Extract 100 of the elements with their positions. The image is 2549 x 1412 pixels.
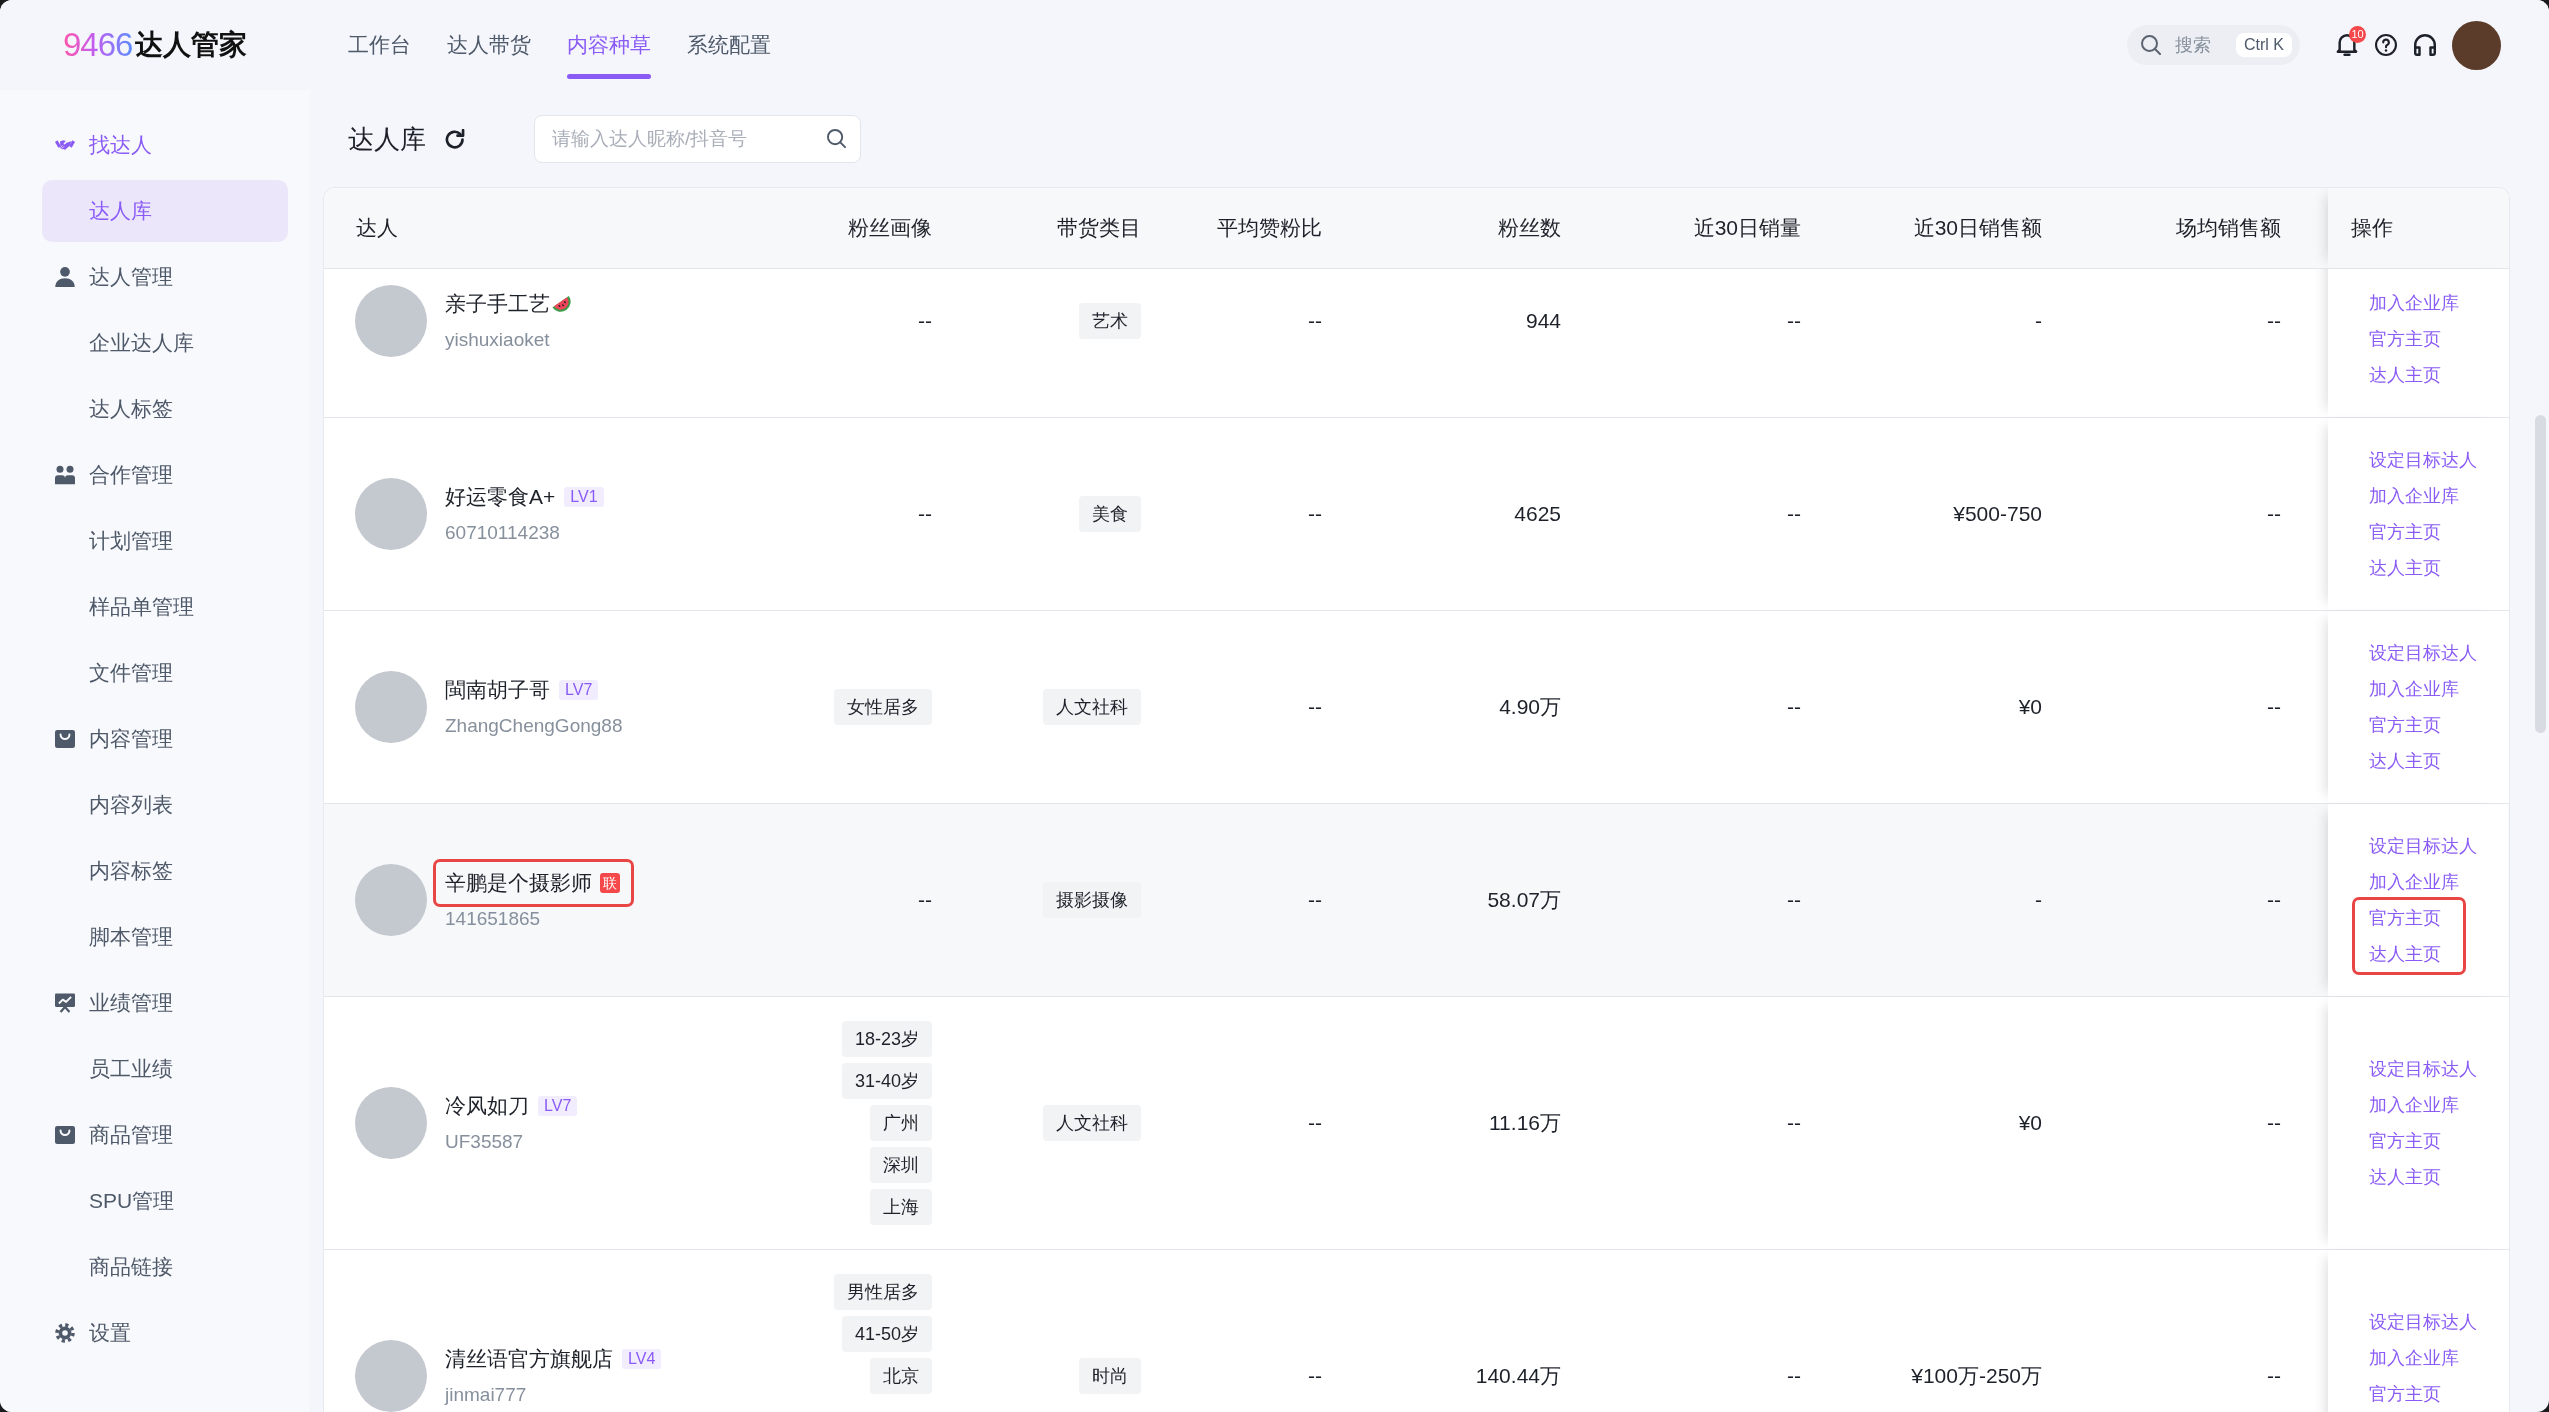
action-link[interactable]: 达人主页 xyxy=(2369,357,2441,393)
table-cell-text: ¥100万-250万 xyxy=(1911,1363,2042,1389)
sidebar-item[interactable]: SPU管理 xyxy=(42,1170,288,1232)
column-header: 近30日销量 xyxy=(1693,215,1801,241)
person-icon xyxy=(55,267,75,287)
sidebar-item[interactable]: 商品链接 xyxy=(42,1236,288,1298)
table-cell-text: 11.16万 xyxy=(1489,1110,1561,1136)
sidebar-item[interactable]: 内容标签 xyxy=(42,840,288,902)
table-cell: -- xyxy=(1308,502,1322,526)
action-link[interactable]: 加入企业库 xyxy=(2369,671,2459,707)
sidebar-item[interactable]: 脚本管理 xyxy=(42,906,288,968)
help-icon[interactable] xyxy=(2375,34,2397,56)
action-link[interactable]: 设定目标达人 xyxy=(2369,442,2477,478)
sidebar-group[interactable]: 业绩管理 xyxy=(42,972,288,1034)
table-cell: -- xyxy=(1308,888,1322,912)
sidebar-item[interactable]: 计划管理 xyxy=(42,510,288,572)
table-cell: ¥0 xyxy=(2018,695,2042,719)
level-badge: LV7 xyxy=(559,680,599,700)
scrollbar-thumb[interactable] xyxy=(2535,415,2546,733)
sidebar-group[interactable]: 设置 xyxy=(42,1302,288,1364)
portrait-tag: 上海 xyxy=(870,1189,932,1225)
action-link[interactable]: 加入企业库 xyxy=(2369,1087,2459,1123)
action-link[interactable]: 达人主页 xyxy=(2369,550,2441,586)
table-cell: -- xyxy=(2267,695,2281,719)
talent-handle: ZhangChengGong88 xyxy=(445,714,623,738)
category-tag: 人文社科 xyxy=(1043,689,1141,725)
action-link[interactable]: 官方主页 xyxy=(2369,900,2441,936)
sidebar-item[interactable]: 企业达人库 xyxy=(42,312,288,374)
table-cell: -- xyxy=(1308,309,1322,333)
talent-name[interactable]: 冷风如刀 xyxy=(445,1089,529,1123)
nav-tab[interactable]: 内容种草 xyxy=(567,0,651,79)
sidebar-group[interactable]: 找达人 xyxy=(42,114,288,176)
action-link[interactable]: 官方主页 xyxy=(2369,707,2441,743)
sidebar-item[interactable]: 达人库 xyxy=(42,180,288,242)
action-link[interactable]: 达人主页 xyxy=(2369,936,2441,972)
talent-handle: jinmai777 xyxy=(445,1383,527,1407)
sidebar-item[interactable]: 文件管理 xyxy=(42,642,288,704)
action-link[interactable]: 设定目标达人 xyxy=(2369,828,2477,864)
action-link[interactable]: 官方主页 xyxy=(2369,321,2441,357)
sidebar-group[interactable]: 合作管理 xyxy=(42,444,288,506)
people-icon xyxy=(55,465,75,485)
action-link[interactable]: 设定目标达人 xyxy=(2369,635,2477,671)
column-header: 粉丝数 xyxy=(1498,215,1561,241)
bag-icon xyxy=(55,1125,75,1145)
table-cell: -- xyxy=(1787,1111,1801,1135)
nav-tab[interactable]: 达人带货 xyxy=(447,0,531,79)
column-header: 场均销售额 xyxy=(2176,215,2281,241)
sidebar-item[interactable]: 样品单管理 xyxy=(42,576,288,638)
table-cell: 4625 xyxy=(1514,502,1561,526)
column-header: 操作 xyxy=(2351,215,2393,241)
table-cell: -- xyxy=(1308,1111,1322,1135)
table-cell: 944 xyxy=(1525,309,1561,333)
search-button[interactable]: 搜索 Ctrl K xyxy=(2127,25,2300,65)
table-cell-text: 140.44万 xyxy=(1475,1363,1561,1389)
sidebar-item[interactable]: 员工业绩 xyxy=(42,1038,288,1100)
action-link[interactable]: 达人主页 xyxy=(2369,1159,2441,1195)
category-tag: 人文社科 xyxy=(1043,1105,1141,1141)
action-link[interactable]: 加入企业库 xyxy=(2369,864,2459,900)
table-cell: -- xyxy=(2267,1111,2281,1135)
page-title: 达人库 xyxy=(348,123,426,156)
action-link[interactable]: 加入企业库 xyxy=(2369,478,2459,514)
search-icon xyxy=(2141,35,2161,55)
table-cell: -- xyxy=(1787,1364,1801,1388)
sidebar-group[interactable]: 内容管理 xyxy=(42,708,288,770)
table-cell: -- xyxy=(1787,888,1801,912)
action-link[interactable]: 官方主页 xyxy=(2369,1123,2441,1159)
sidebar-item[interactable]: 达人标签 xyxy=(42,378,288,440)
action-link[interactable]: 加入企业库 xyxy=(2369,285,2459,321)
table-cell: ¥0 xyxy=(2018,1111,2042,1135)
sidebar-group[interactable]: 达人管理 xyxy=(42,246,288,308)
nav-tab[interactable]: 工作台 xyxy=(348,0,411,79)
sidebar-item[interactable]: 内容列表 xyxy=(42,774,288,836)
nav-tab[interactable]: 系统配置 xyxy=(687,0,771,79)
table-cell: -- xyxy=(2267,888,2281,912)
level-badge: LV1 xyxy=(564,487,604,507)
action-link[interactable]: 官方主页 xyxy=(2369,1376,2441,1412)
action-link[interactable]: 设定目标达人 xyxy=(2369,1304,2477,1340)
talent-name[interactable]: 清丝语官方旗舰店 xyxy=(445,1342,613,1376)
talent-name[interactable]: 閩南胡子哥 xyxy=(445,673,550,707)
refresh-icon[interactable] xyxy=(445,129,465,149)
search-icon[interactable] xyxy=(827,129,846,148)
action-link[interactable]: 官方主页 xyxy=(2369,514,2441,550)
talent-name[interactable]: 辛鹏是个摄影师 xyxy=(445,866,592,900)
action-link[interactable]: 达人主页 xyxy=(2369,743,2441,779)
table-cell: -- xyxy=(918,888,932,912)
table-cell-text: 58.07万 xyxy=(1487,887,1561,913)
column-header: 达人 xyxy=(356,215,398,241)
bag-icon xyxy=(55,729,75,749)
headset-icon[interactable] xyxy=(2414,34,2436,56)
portrait-tag: 41-50岁 xyxy=(841,1316,932,1352)
talent-name[interactable]: 亲子手工艺 xyxy=(445,287,550,321)
column-header: 平均赞粉比 xyxy=(1217,215,1322,241)
table-cell: -- xyxy=(1308,695,1322,719)
table-cell: -- xyxy=(918,309,932,333)
sidebar-group[interactable]: 商品管理 xyxy=(42,1104,288,1166)
avatar-placeholder[interactable] xyxy=(2452,20,2501,70)
action-link[interactable]: 设定目标达人 xyxy=(2369,1051,2477,1087)
action-link[interactable]: 加入企业库 xyxy=(2369,1340,2459,1376)
search-field[interactable]: 请输入达人昵称/抖音号 xyxy=(534,115,861,163)
talent-name[interactable]: 好运零食A+ xyxy=(445,480,556,514)
